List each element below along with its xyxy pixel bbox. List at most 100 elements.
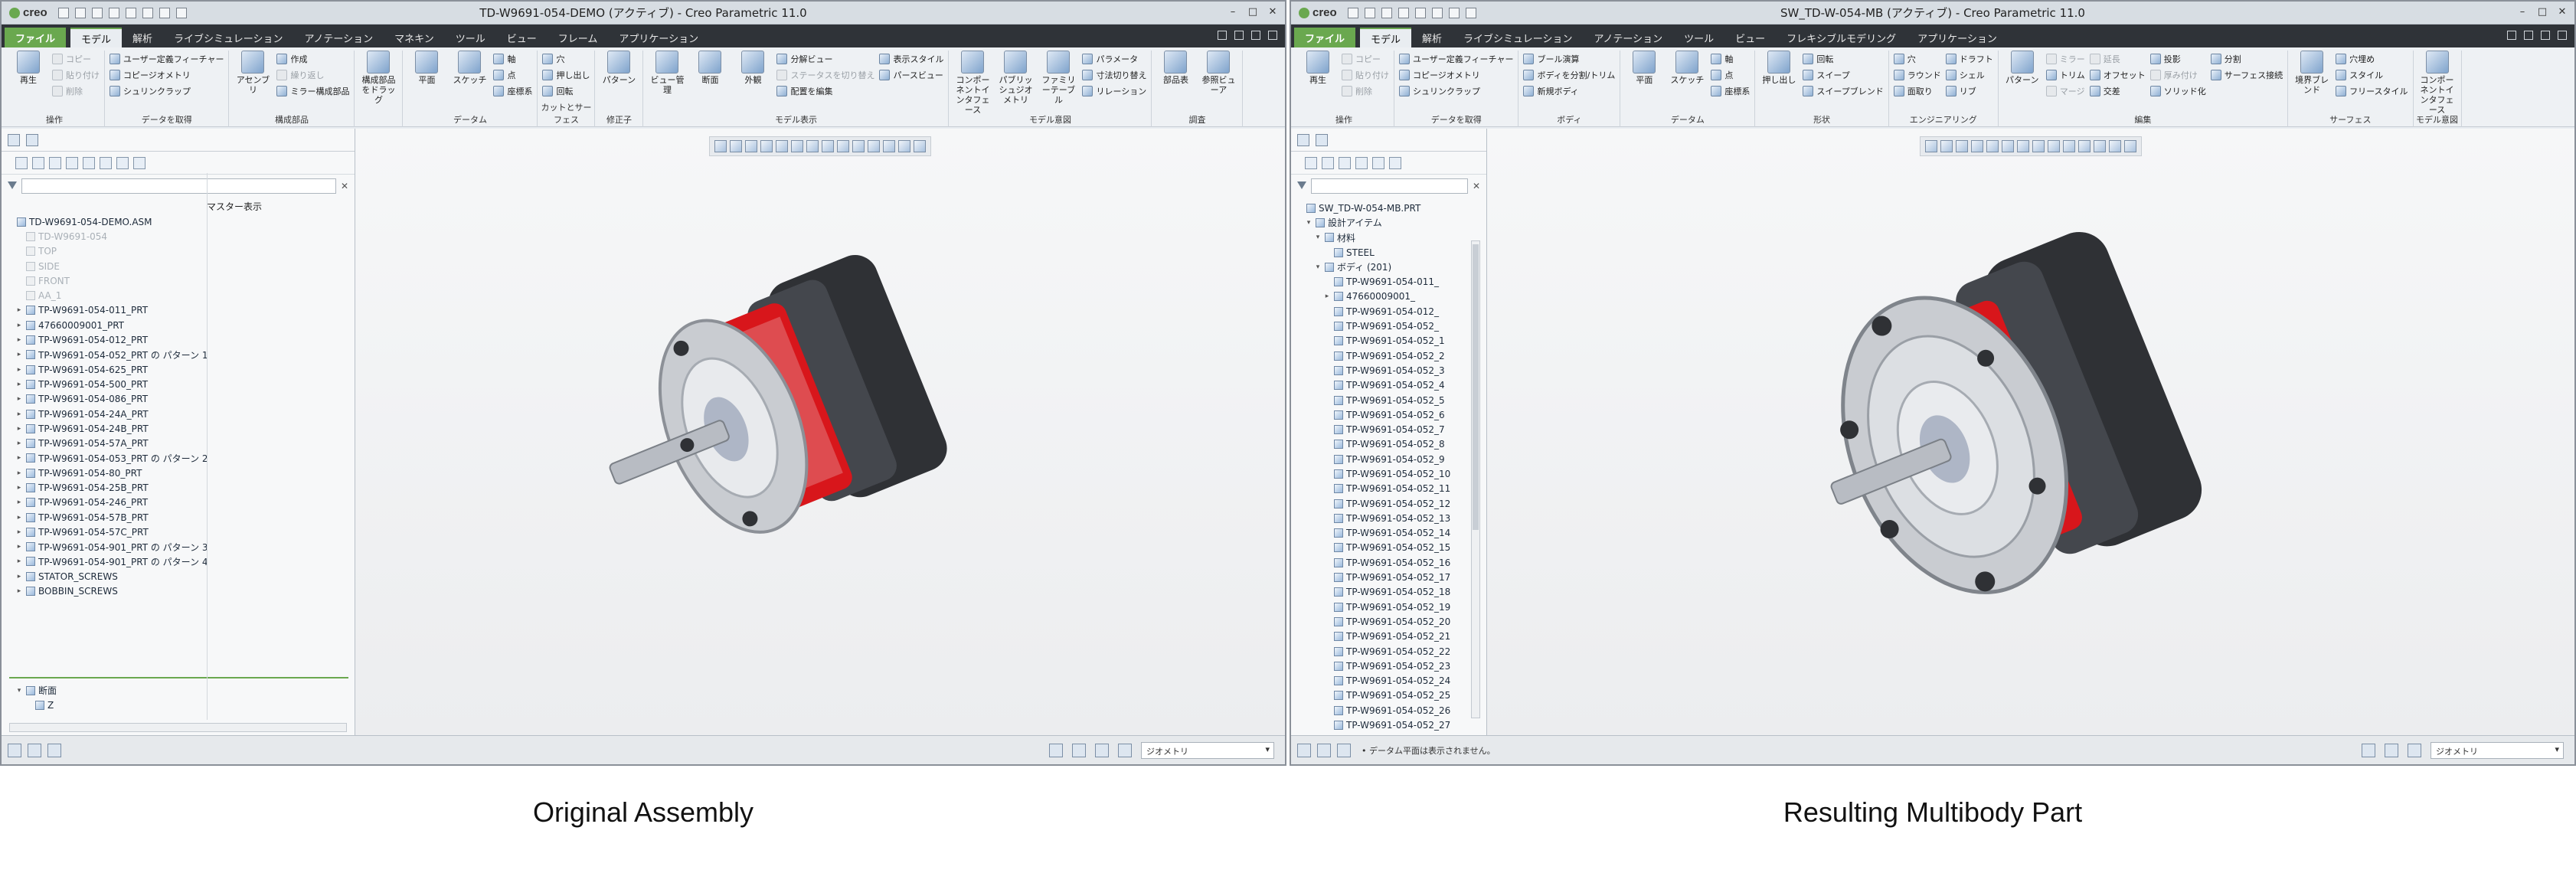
ribbon-small-button[interactable]: オフセット (2089, 68, 2146, 82)
tree-item[interactable]: ▸ TP-W9691-054-57B_PRT (2, 510, 355, 525)
expand-arrow-icon[interactable]: ▸ (15, 410, 23, 418)
tree-options-icon[interactable] (133, 156, 145, 169)
tab-4[interactable]: アノテーション (1584, 28, 1674, 47)
tree-item[interactable]: TP-W9691-054-052_1 (1291, 334, 1486, 348)
ribbon-small-button[interactable]: 分解ビュー (776, 52, 874, 66)
collapse-icon[interactable] (116, 156, 129, 169)
tree-item[interactable]: ▸ TP-W9691-054-80_PRT (2, 466, 355, 480)
ribbon-small-button[interactable]: トリム (2045, 68, 2085, 82)
pause-icon[interactable] (2124, 140, 2136, 152)
tree-item[interactable]: ▸ TP-W9691-054-052_PRT の パターン 1 (2, 348, 355, 362)
tab-8[interactable]: アプリケーション (1907, 28, 2008, 47)
display-style-icon[interactable] (2032, 140, 2045, 152)
ribbon-small-button[interactable]: 点 (493, 68, 532, 82)
tree-item[interactable]: ▸ TP-W9691-054-901_PRT の パターン 4 (2, 554, 355, 569)
expand-arrow-icon[interactable]: ▸ (15, 366, 23, 374)
tree-item[interactable]: TP-W9691-054-052_7 (1291, 422, 1486, 436)
folder-browser-tab-icon[interactable] (1316, 133, 1328, 146)
tree-item[interactable]: TP-W9691-054-052_27 (1291, 718, 1486, 732)
tree-item[interactable]: ▸ TP-W9691-054-625_PRT (2, 362, 355, 377)
tree-options-icon[interactable] (1389, 156, 1401, 169)
regenerate-icon[interactable] (142, 7, 153, 18)
tab-3[interactable]: ライブシミュレーション (1453, 28, 1583, 47)
graphics-viewport[interactable] (1487, 129, 2574, 735)
tree-item[interactable]: TP-W9691-054-052_24 (1291, 674, 1486, 688)
tree-item[interactable]: TP-W9691-054-052_22 (1291, 644, 1486, 659)
perspective-icon[interactable] (776, 140, 788, 152)
expand-arrow-icon[interactable]: ▸ (15, 395, 23, 403)
section-icon[interactable] (2094, 140, 2106, 152)
tree-item[interactable]: ▸ TP-W9691-054-012_PRT (2, 332, 355, 347)
ribbon-small-button[interactable]: 軸 (493, 52, 532, 66)
ribbon-group-label[interactable]: 操作 (5, 113, 104, 126)
tab-2[interactable]: 解析 (122, 28, 163, 47)
ribbon-small-button[interactable]: シュリンクラップ (1399, 84, 1513, 98)
tree-item[interactable]: SW_TD-W-054-MB.PRT (1291, 201, 1486, 215)
ribbon-small-button[interactable]: 厚み付け (2149, 68, 2206, 82)
tree-item[interactable]: TP-W9691-054-052_3 (1291, 363, 1486, 378)
perspective-icon[interactable] (1986, 140, 1999, 152)
minimize-icon[interactable]: – (1227, 6, 1239, 18)
ribbon-small-button[interactable]: 穴 (1893, 52, 1941, 66)
vertical-scrollbar[interactable] (1471, 240, 1480, 718)
graphics-viewport[interactable] (355, 129, 1285, 735)
ribbon-small-button[interactable]: ユーザー定義フィーチャー (110, 52, 224, 66)
spin-center-icon[interactable] (868, 140, 880, 152)
show-icon[interactable] (1355, 156, 1368, 169)
tree-item[interactable]: TP-W9691-054-052_ (1291, 319, 1486, 333)
ribbon-small-button[interactable]: ボディを分割/トリム (1523, 68, 1615, 82)
ribbon-group-label[interactable]: モデル意図 (2414, 113, 2461, 126)
refit-icon[interactable] (1925, 140, 1937, 152)
show-icon[interactable] (66, 156, 78, 169)
tab-5[interactable]: マネキン (384, 28, 445, 47)
layer-icon[interactable] (83, 156, 95, 169)
ribbon-small-button[interactable]: 配置を編集 (776, 84, 874, 98)
zoom-out-icon[interactable] (745, 140, 757, 152)
ribbon-group-label[interactable]: 調査 (1152, 113, 1242, 126)
ribbon-small-button[interactable]: サーフェス接続 (2210, 68, 2283, 82)
tree-item[interactable]: TD-W9691-054 (2, 229, 355, 244)
expand-icon[interactable] (1372, 156, 1384, 169)
tree-item[interactable]: TP-W9691-054-052_4 (1291, 378, 1486, 393)
tree-item[interactable]: ▸ TP-W9691-054-24B_PRT (2, 421, 355, 436)
undo-icon[interactable] (1398, 7, 1409, 18)
tree-settings-icon[interactable] (1305, 156, 1317, 169)
ribbon-small-button[interactable]: 投影 (2149, 52, 2206, 66)
tree-item[interactable]: TP-W9691-054-012_ (1291, 304, 1486, 319)
annotation-display-icon[interactable] (2063, 140, 2075, 152)
ribbon-small-button[interactable]: シェル (1945, 68, 1993, 82)
tab-2[interactable]: 解析 (1411, 28, 1453, 47)
tree-item[interactable]: ▸ TP-W9691-054-011_PRT (2, 303, 355, 318)
expand-arrow-icon[interactable]: ▸ (15, 306, 23, 314)
help-icon[interactable] (2558, 31, 2567, 40)
tree-item[interactable]: STEEL (1291, 245, 1486, 260)
expand-arrow-icon[interactable]: ▸ (15, 336, 23, 344)
ribbon-small-button[interactable]: ミラー (2045, 52, 2085, 66)
tree-filter-icon[interactable] (1339, 156, 1351, 169)
ribbon-small-button[interactable]: 座標系 (493, 84, 532, 98)
tree-item[interactable]: TP-W9691-054-052_19 (1291, 600, 1486, 614)
tree-item[interactable]: TP-W9691-054-052_9 (1291, 452, 1486, 466)
settings-icon[interactable] (2541, 31, 2550, 40)
ribbon-small-button[interactable]: パースビュー (879, 68, 943, 82)
spin-center-icon[interactable] (2078, 140, 2091, 152)
tree-item[interactable]: FRONT (2, 273, 355, 288)
expand-arrow-icon[interactable]: ▸ (15, 425, 23, 433)
ribbon-small-button[interactable]: 座標系 (1711, 84, 1750, 98)
ribbon-small-button[interactable]: スイープ (1803, 68, 1883, 82)
navigator-toggle-icon[interactable] (1297, 743, 1311, 757)
windows-icon[interactable] (159, 7, 170, 18)
navigator-toggle-icon[interactable] (8, 743, 21, 757)
expand-arrow-icon[interactable]: ▾ (1305, 219, 1313, 227)
tab-1[interactable]: モデル (1360, 28, 1412, 47)
save-icon[interactable] (1381, 7, 1392, 18)
tree-item[interactable]: TP-W9691-054-052_20 (1291, 614, 1486, 629)
tree-item[interactable]: ▸ TP-W9691-054-57C_PRT (2, 525, 355, 539)
expand-arrow-icon[interactable]: ▸ (15, 528, 23, 536)
ribbon-small-button[interactable]: ステータスを切り替え (776, 68, 874, 82)
tree-item[interactable]: TP-W9691-054-052_5 (1291, 393, 1486, 407)
ribbon-group-label[interactable]: データム (1620, 113, 1754, 126)
expand-arrow-icon[interactable]: ▸ (15, 573, 23, 580)
ribbon-small-button[interactable]: 寸法切り替え (1082, 68, 1146, 82)
undo-icon[interactable] (108, 7, 119, 18)
